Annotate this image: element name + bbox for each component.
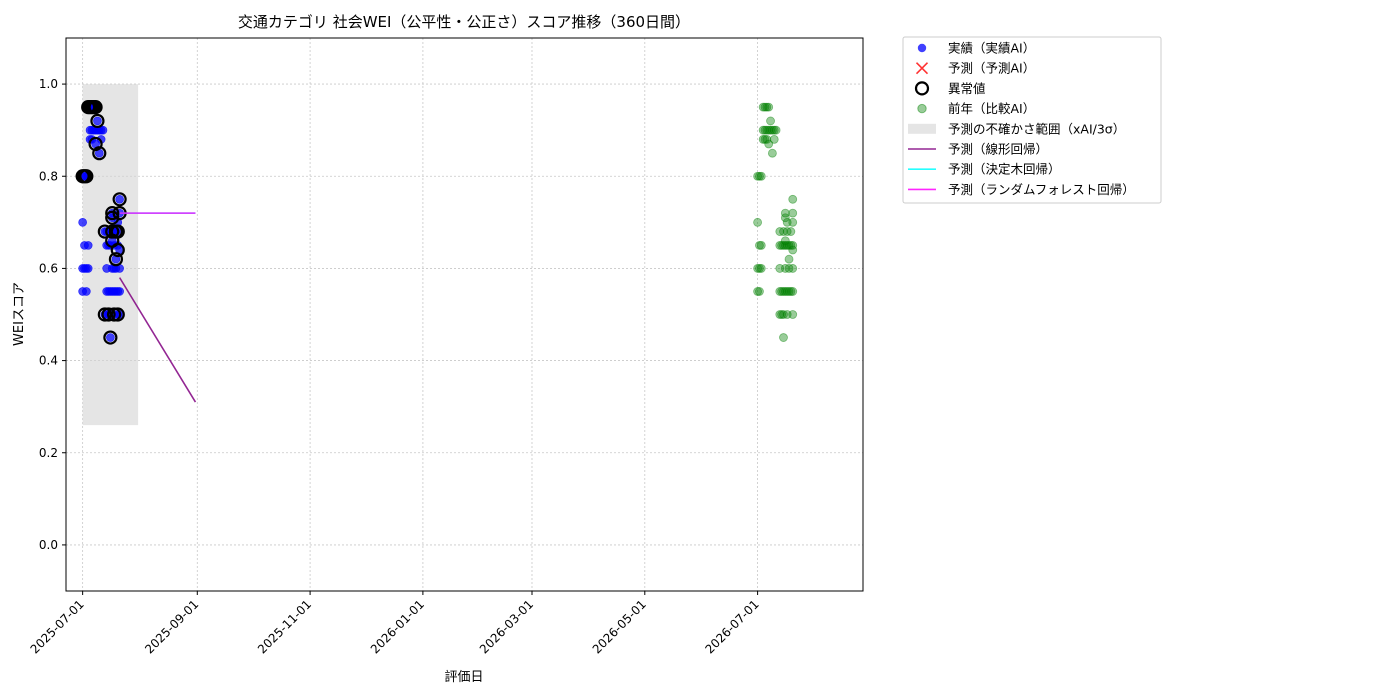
y-tick-label: 0.0 xyxy=(39,538,58,552)
prior-point xyxy=(756,240,766,250)
y-axis: 0.0 0.2 0.4 0.6 0.8 1.0 xyxy=(39,77,66,552)
legend-marker-prior xyxy=(917,103,927,114)
actual-point xyxy=(83,241,93,250)
legend-label: 予測（ランダムフォレスト回帰） xyxy=(948,182,1135,197)
actual-point xyxy=(115,287,124,296)
x-tick-label: 2025-07-01 xyxy=(28,597,87,656)
prior-point xyxy=(786,227,796,236)
prior-point xyxy=(771,125,781,135)
x-tick-label: 2026-05-01 xyxy=(590,597,649,656)
grid xyxy=(66,38,863,591)
chart: 交通カテゴリ 社会WEI（公平性・公正さ）スコア推移（360日間） 0.0 0.2… xyxy=(12,13,1162,685)
y-tick-label: 1.0 xyxy=(39,77,58,91)
prior-year-layer xyxy=(753,102,798,342)
x-axis: 2025-07-01 2025-09-01 2025-11-01 2026-01-01… xyxy=(28,591,762,656)
actual-point xyxy=(82,287,91,296)
y-tick-label: 0.6 xyxy=(39,261,58,275)
prior-point xyxy=(788,208,798,218)
chart-title: 交通カテゴリ 社会WEI（公平性・公正さ）スコア推移（360日間） xyxy=(238,13,690,31)
x-tick-label: 2026-03-01 xyxy=(477,597,536,656)
actual-point xyxy=(78,218,87,227)
x-tick-label: 2025-11-01 xyxy=(255,597,314,656)
actual-point xyxy=(93,116,102,126)
prior-point xyxy=(769,134,779,144)
actual-point xyxy=(115,194,124,204)
prior-point xyxy=(779,333,788,342)
legend-label: 予測の不確かさ範囲（xAI/3σ） xyxy=(948,121,1125,136)
legend-label: 予測（予測AI） xyxy=(948,61,1035,76)
legend-label: 実績（実績AI） xyxy=(948,41,1035,56)
x-tick-label: 2026-01-01 xyxy=(368,597,427,656)
prior-point xyxy=(788,245,798,255)
legend-marker-band xyxy=(908,123,936,134)
y-tick-label: 0.2 xyxy=(39,446,58,460)
prior-point xyxy=(788,264,798,273)
prior-point xyxy=(756,264,766,273)
x-tick-label: 2025-09-01 xyxy=(142,597,201,656)
prior-point xyxy=(788,287,798,296)
prior-point xyxy=(766,116,775,126)
prior-point xyxy=(753,217,762,227)
x-axis-label: 評価日 xyxy=(444,670,483,685)
y-tick-label: 0.4 xyxy=(39,354,58,368)
plot-frame xyxy=(65,37,864,592)
prior-point xyxy=(788,310,798,319)
prior-point xyxy=(755,287,764,296)
legend: 実績（実績AI） 予測（予測AI） 異常値前年（比較AI） 予測の不確かさ範囲（xAI… xyxy=(902,36,1162,204)
y-tick-label: 0.8 xyxy=(39,169,58,183)
prior-point xyxy=(788,194,798,204)
prior-point xyxy=(767,148,777,158)
actual-point xyxy=(106,333,115,342)
x-tick-label: 2026-07-01 xyxy=(702,597,761,656)
legend-marker-actual xyxy=(917,43,927,53)
legend-label: 予測（線形回帰） xyxy=(948,142,1048,157)
y-axis-label: WEIスコア xyxy=(12,282,27,346)
prior-point xyxy=(756,171,766,181)
legend-label: 異常値 xyxy=(948,81,986,96)
prior-point xyxy=(784,254,794,264)
prior-point xyxy=(788,217,798,227)
legend-label: 前年（比較AI） xyxy=(948,101,1035,116)
actual-point xyxy=(83,264,93,273)
prior-point xyxy=(764,102,774,112)
legend-label: 予測（決定木回帰） xyxy=(948,162,1061,177)
